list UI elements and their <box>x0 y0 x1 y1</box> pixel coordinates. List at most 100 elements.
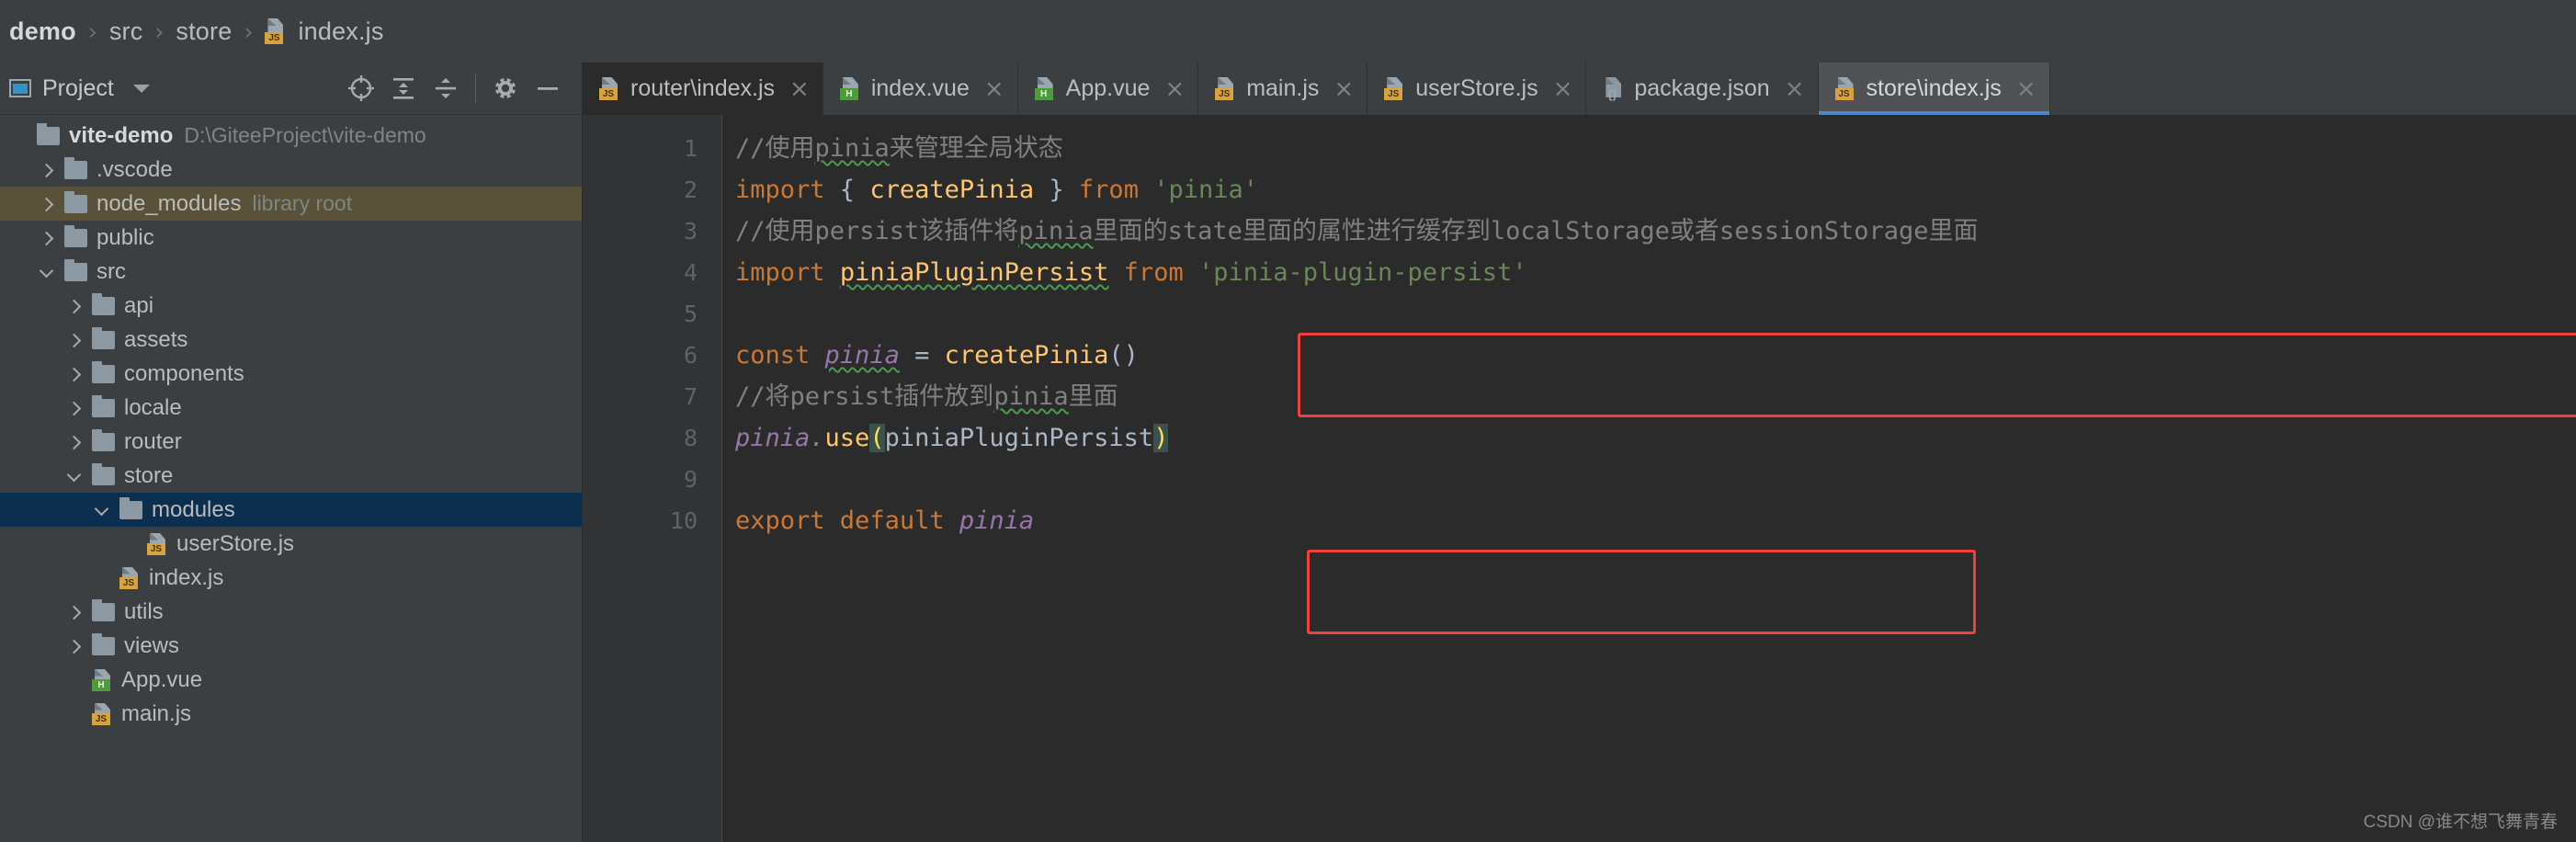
line-number: 2 <box>683 176 698 203</box>
js-file-icon: JS <box>1834 77 1855 100</box>
tree-item-userstore-js[interactable]: JS userStore.js <box>0 527 582 561</box>
close-icon[interactable]: × <box>1333 77 1354 101</box>
tree-item-index-js[interactable]: JS index.js <box>0 561 582 595</box>
tree-item--vscode[interactable]: .vscode <box>0 153 582 187</box>
chevron-right-icon[interactable] <box>64 296 85 316</box>
tree-item-api[interactable]: api <box>0 289 582 323</box>
editor-tab-main-js[interactable]: JS main.js × <box>1198 63 1368 115</box>
code-editor[interactable]: 1 2 3 4 5 6 7 8 9 10 //使用pinia来管理全局状态 import { cr… <box>583 115 2576 842</box>
method-use: use <box>824 424 870 452</box>
watermark: CSDN @谁不想飞舞青春 <box>2363 813 2558 832</box>
js-file-icon: JS <box>265 18 289 44</box>
collapse-all-icon[interactable] <box>425 67 467 109</box>
tree-item-components[interactable]: components <box>0 357 582 391</box>
tree-item-assets[interactable]: assets <box>0 323 582 357</box>
chevron-right-icon[interactable] <box>64 432 85 452</box>
tree-item-label: assets <box>124 326 188 352</box>
tree-item-vite-demo[interactable]: vite-demo D:\GiteeProject\vite-demo <box>0 119 582 153</box>
folder-icon <box>119 496 142 519</box>
close-icon[interactable]: × <box>1164 77 1185 101</box>
settings-gear-icon[interactable] <box>484 67 527 109</box>
variable-pinia: pinia <box>959 506 1035 535</box>
breadcrumb-item-demo[interactable]: demo <box>9 17 76 46</box>
toolbar-divider <box>475 74 476 102</box>
comment-text: 来管理全局状态 <box>889 134 1063 163</box>
chevron-down-icon[interactable] <box>132 84 150 93</box>
editor-tab-userstore-js[interactable]: JS userStore.js × <box>1367 63 1587 115</box>
chevron-right-icon[interactable] <box>64 364 85 384</box>
chevron-right-icon[interactable] <box>37 194 57 214</box>
keyword-from: from <box>1078 176 1139 204</box>
breadcrumb-item-src[interactable]: src <box>109 17 143 46</box>
editor-tab-package-json[interactable]: {} package.json × <box>1586 63 1819 115</box>
keyword-const: const <box>735 341 811 370</box>
close-icon[interactable]: × <box>789 77 810 101</box>
close-icon[interactable]: × <box>984 77 1004 101</box>
chevron-down-icon[interactable] <box>37 262 57 282</box>
chevron-down-icon[interactable] <box>92 500 112 520</box>
editor-tab-app-vue[interactable]: H App.vue × <box>1018 63 1199 115</box>
tree-item-label: views <box>124 632 180 658</box>
code-line-1: //使用pinia来管理全局状态 <box>735 128 2576 169</box>
folder-icon <box>64 224 87 247</box>
close-icon[interactable]: × <box>2016 77 2037 101</box>
tree-item-src[interactable]: src <box>0 255 582 289</box>
vue-file-icon: H <box>1034 77 1055 100</box>
editor-tab-bar[interactable]: JS router\index.js × Hindex.vue × H App.vue × JS… <box>583 63 2576 115</box>
code-content[interactable]: //使用pinia来管理全局状态 import { createPinia } … <box>722 115 2576 842</box>
editor-tab-label: App.vue <box>1065 75 1151 101</box>
comment-squiggle-pinia: pinia <box>993 382 1069 411</box>
tree-item-locale[interactable]: locale <box>0 391 582 425</box>
chevron-right-icon[interactable] <box>64 398 85 418</box>
chevron-right-icon[interactable] <box>64 330 85 350</box>
js-file-icon: JS <box>1215 77 1235 100</box>
editor-tab-index-vue[interactable]: Hindex.vue × <box>823 63 1018 115</box>
chevron-right-icon[interactable] <box>37 160 57 180</box>
variable-pinia: pinia <box>735 424 811 452</box>
code-line-3: //使用persist该插件将pinia里面的state里面的属性进行缓存到lo… <box>735 210 2576 252</box>
tree-item-label: .vscode <box>96 156 173 182</box>
tree-item-public[interactable]: public <box>0 221 582 255</box>
tree-item-main-js[interactable]: JS main.js <box>0 697 582 731</box>
comment-squiggle-pinia: pinia <box>1018 217 1094 245</box>
code-line-7: //将persist插件放到pinia里面 <box>735 376 2576 417</box>
tree-item-store[interactable]: store <box>0 459 582 493</box>
line-number-gutter: 1 2 3 4 5 6 7 8 9 10 <box>583 115 722 842</box>
string-pinia-plugin-persist: 'pinia-plugin-persist' <box>1183 258 1527 287</box>
close-icon[interactable]: × <box>1785 77 1805 101</box>
expand-all-icon[interactable] <box>382 67 425 109</box>
folder-icon <box>37 122 60 145</box>
tree-item-modules[interactable]: modules <box>0 493 582 527</box>
folder-icon <box>92 292 115 315</box>
tree-item-utils[interactable]: utils <box>0 595 582 629</box>
locate-icon[interactable] <box>340 67 382 109</box>
editor-tab-router-index-js[interactable]: JS router\index.js × <box>583 63 823 115</box>
chevron-right-icon[interactable] <box>37 228 57 248</box>
chevron-right-icon[interactable] <box>64 602 85 622</box>
tree-item-node-modules[interactable]: node_modules library root <box>0 187 582 221</box>
tree-item-label: node_modules <box>96 190 242 216</box>
js-file-icon: JS <box>147 532 167 555</box>
chevron-right-icon[interactable] <box>64 636 85 656</box>
editor-tab-store-index-js[interactable]: JS store\index.js × <box>1818 63 2050 115</box>
folder-icon <box>64 156 87 179</box>
folder-icon <box>64 258 87 281</box>
breadcrumb-item-indexjs[interactable]: index.js <box>298 17 383 46</box>
breadcrumb: demo › src › store › JS index.js <box>0 0 2576 63</box>
chevron-down-icon[interactable] <box>64 466 85 486</box>
breadcrumb-item-store[interactable]: store <box>176 17 232 46</box>
tree-item-router[interactable]: router <box>0 425 582 459</box>
code-line-4: import piniaPluginPersist from 'pinia-pl… <box>735 252 2576 293</box>
vue-file-icon: H <box>839 77 860 100</box>
comment-text: 里面的state里面的属性进行缓存到localStorage或者sessionS… <box>1093 217 1979 245</box>
hide-panel-icon[interactable] <box>527 67 569 109</box>
tree-item-label: utils <box>124 598 164 624</box>
tree-item-label: components <box>124 360 244 386</box>
project-tree[interactable]: vite-demo D:\GiteeProject\vite-demo .vscod… <box>0 115 582 842</box>
close-icon[interactable]: × <box>1553 77 1573 101</box>
tree-item-app-vue[interactable]: H App.vue <box>0 663 582 697</box>
comment-text: //使用persist该插件将 <box>735 217 1019 245</box>
tree-item-views[interactable]: views <box>0 629 582 663</box>
